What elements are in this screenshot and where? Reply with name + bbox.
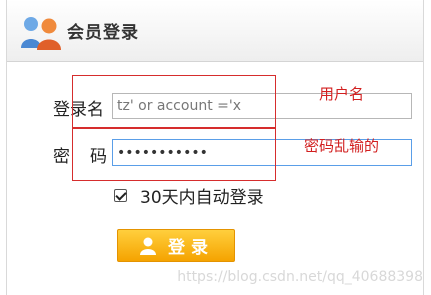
panel-header: 会员登录 xyxy=(7,0,423,62)
username-annotation: 用户名 xyxy=(319,85,365,103)
page-title: 会员登录 xyxy=(67,23,139,43)
users-icon xyxy=(21,17,61,50)
login-panel: 会员登录 登录名 密 码 用户名 密码乱输的 30天内自动登录 登录 xyxy=(6,0,424,295)
remember-me[interactable]: 30天内自动登录 xyxy=(114,184,264,208)
remember-checkbox[interactable] xyxy=(114,188,127,202)
login-button[interactable]: 登录 xyxy=(117,229,235,262)
username-annotation-box xyxy=(72,75,276,129)
password-label-part1: 密 xyxy=(53,147,70,167)
login-button-label: 登录 xyxy=(168,238,214,258)
remember-label: 30天内自动登录 xyxy=(140,187,264,208)
password-annotation-box xyxy=(72,127,276,181)
password-annotation: 密码乱输的 xyxy=(304,137,380,155)
watermark: https://blog.csdn.net/qq_40688398 xyxy=(177,269,423,285)
user-icon xyxy=(140,237,156,255)
